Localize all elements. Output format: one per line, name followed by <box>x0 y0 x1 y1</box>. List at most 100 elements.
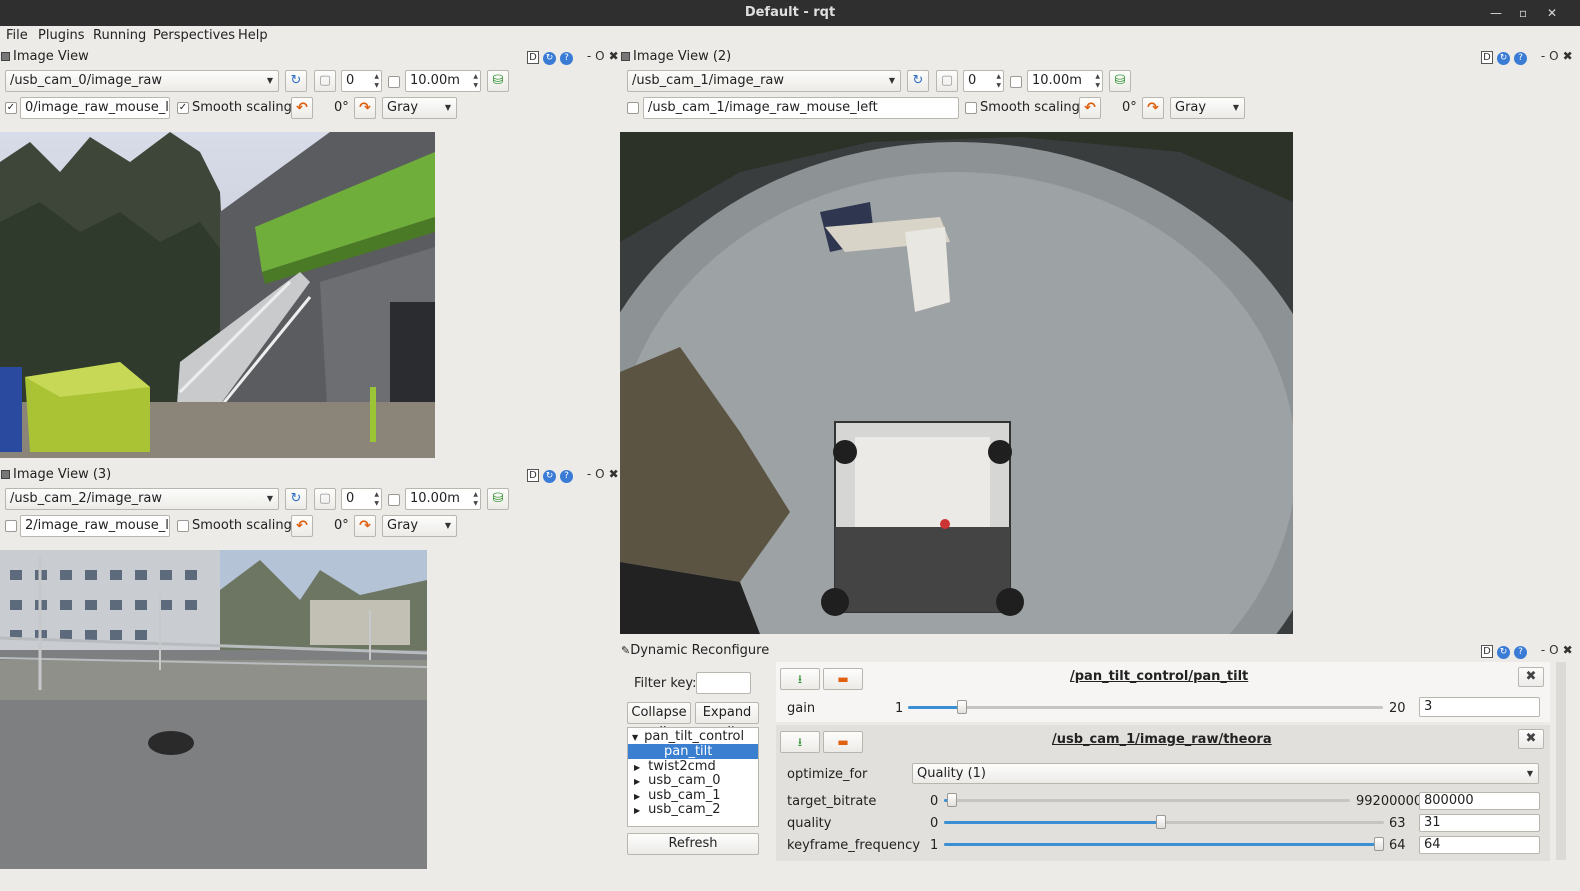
tree-item-twist2cmd[interactable]: ▶ twist2cmd <box>628 759 758 774</box>
refresh-topics-button[interactable]: ↻ <box>907 70 929 92</box>
save-image-button[interactable]: ⛁ <box>487 488 509 510</box>
rotate-left-button[interactable]: ↶ <box>291 97 313 119</box>
filter-key-input[interactable] <box>696 672 751 694</box>
float-dock-button[interactable]: O <box>595 49 604 63</box>
slider-handle[interactable] <box>1156 815 1166 829</box>
smooth-scaling-checkbox[interactable]: ✓ <box>177 102 189 114</box>
help-icon[interactable]: ? <box>1514 646 1527 659</box>
mouse-publish-checkbox[interactable] <box>627 102 639 114</box>
max-range-spinbox[interactable]: 10.00m ▲ ▼ <box>405 488 481 510</box>
tree-item-pan-tilt-control[interactable]: ▼ pan_tilt_control <box>628 729 758 744</box>
colormap-combo[interactable]: Gray ▼ <box>1170 97 1245 119</box>
dock-d-button[interactable]: D <box>1481 51 1493 64</box>
close-group-button[interactable]: ✖ <box>1518 667 1544 687</box>
mouse-publish-checkbox[interactable] <box>5 520 17 532</box>
dock-d-button[interactable]: D <box>527 51 539 64</box>
rotate-right-button[interactable]: ↷ <box>1142 97 1164 119</box>
tree-item-usb-cam-0[interactable]: ▶ usb_cam_0 <box>628 773 758 788</box>
gain-slider[interactable] <box>908 700 1383 716</box>
close-group-button[interactable]: ✖ <box>1518 729 1544 749</box>
reload-icon[interactable]: ↻ <box>543 470 556 483</box>
num-gridlines-spinbox[interactable]: 0 ▲ ▼ <box>963 70 1004 92</box>
mouse-topic-field[interactable]: 2/image_raw_mouse_left <box>20 515 170 537</box>
collapse-all-button[interactable]: Collapse all <box>627 702 691 740</box>
num-gridlines-spinbox[interactable]: 0 ▲ ▼ <box>341 488 382 510</box>
target-bitrate-slider[interactable] <box>944 793 1350 809</box>
target-bitrate-value-field[interactable]: 800000 <box>1419 792 1540 810</box>
topic-combo[interactable]: /usb_cam_1/image_raw ▼ <box>627 70 901 92</box>
rotate-left-button[interactable]: ↶ <box>291 515 313 537</box>
save-params-button[interactable]: ⭳ <box>780 731 820 753</box>
float-dock-button[interactable]: O <box>1549 49 1558 63</box>
save-image-button[interactable]: ⛁ <box>1109 70 1131 92</box>
refresh-button[interactable]: Refresh <box>627 833 759 855</box>
camera-image-usb-cam-0[interactable] <box>0 132 435 458</box>
keyframe-frequency-value-field[interactable]: 64 <box>1419 836 1540 854</box>
dynamic-range-checkbox[interactable] <box>1010 76 1022 88</box>
minimize-dock-button[interactable]: - <box>587 467 591 481</box>
dock-d-button[interactable]: D <box>527 469 539 482</box>
load-params-button[interactable]: ▬ <box>823 668 863 690</box>
mouse-topic-field[interactable]: 0/image_raw_mouse_left <box>20 97 170 119</box>
gain-value-field[interactable]: 3 <box>1419 697 1540 717</box>
load-params-button[interactable]: ▬ <box>823 731 863 753</box>
zoom-1-button[interactable]: ▢ <box>314 70 336 92</box>
dynamic-range-checkbox[interactable] <box>388 494 400 506</box>
reload-icon[interactable]: ↻ <box>1497 52 1510 65</box>
dock-d-button[interactable]: D <box>1481 645 1493 658</box>
dock-title-image-view-3[interactable]: Image View (3) <box>1 466 111 484</box>
tree-item-usb-cam-1[interactable]: ▶ usb_cam_1 <box>628 788 758 803</box>
reload-icon[interactable]: ↻ <box>1497 646 1510 659</box>
close-dock-button[interactable]: ✖ <box>609 49 619 63</box>
menu-plugins[interactable]: Plugins <box>38 28 85 43</box>
optimize-for-combo[interactable]: Quality (1) ▼ <box>912 763 1539 784</box>
help-icon[interactable]: ? <box>560 52 573 65</box>
dynamic-range-checkbox[interactable] <box>388 76 400 88</box>
dock-title-image-view-2[interactable]: Image View (2) <box>621 48 731 66</box>
menu-running[interactable]: Running <box>93 28 146 43</box>
camera-image-usb-cam-1[interactable] <box>620 132 1293 634</box>
help-icon[interactable]: ? <box>560 470 573 483</box>
slider-handle[interactable] <box>947 793 957 807</box>
max-range-spinbox[interactable]: 10.00m ▲ ▼ <box>1027 70 1103 92</box>
colormap-combo[interactable]: Gray ▼ <box>382 515 457 537</box>
quality-slider[interactable] <box>944 815 1384 831</box>
slider-handle[interactable] <box>1374 837 1384 851</box>
save-image-button[interactable]: ⛁ <box>487 70 509 92</box>
zoom-1-button[interactable]: ▢ <box>314 488 336 510</box>
float-dock-button[interactable]: O <box>595 467 604 481</box>
minimize-dock-button[interactable]: - <box>1541 643 1545 657</box>
close-dock-button[interactable]: ✖ <box>1563 643 1573 657</box>
tree-item-pan-tilt[interactable]: pan_tilt <box>628 744 758 759</box>
close-window-icon[interactable]: ✕ <box>1547 0 1557 26</box>
maximize-window-icon[interactable]: ▫ <box>1519 0 1527 26</box>
smooth-scaling-checkbox[interactable] <box>177 520 189 532</box>
menu-file[interactable]: File <box>6 28 28 43</box>
zoom-1-button[interactable]: ▢ <box>936 70 958 92</box>
smooth-scaling-checkbox[interactable] <box>965 102 977 114</box>
menu-perspectives[interactable]: Perspectives <box>153 28 235 43</box>
colormap-combo[interactable]: Gray ▼ <box>382 97 457 119</box>
refresh-topics-button[interactable]: ↻ <box>285 488 307 510</box>
mouse-topic-field[interactable]: /usb_cam_1/image_raw_mouse_left <box>643 97 959 119</box>
camera-image-usb-cam-2[interactable] <box>0 550 427 869</box>
expand-all-button[interactable]: Expand all <box>695 702 759 740</box>
max-range-spinbox[interactable]: 10.00m ▲ ▼ <box>405 70 481 92</box>
keyframe-frequency-slider[interactable] <box>944 837 1384 853</box>
help-icon[interactable]: ? <box>1514 52 1527 65</box>
dock-title-dynamic-reconfigure[interactable]: ✎Dynamic Reconfigure <box>621 642 769 660</box>
quality-value-field[interactable]: 31 <box>1419 814 1540 832</box>
rotate-left-button[interactable]: ↶ <box>1079 97 1101 119</box>
rotate-right-button[interactable]: ↷ <box>354 97 376 119</box>
dock-title-image-view[interactable]: Image View <box>1 48 89 66</box>
num-gridlines-spinbox[interactable]: 0 ▲ ▼ <box>341 70 382 92</box>
scrollbar[interactable] <box>1556 662 1566 860</box>
reload-icon[interactable]: ↻ <box>543 52 556 65</box>
topic-combo[interactable]: /usb_cam_0/image_raw ▼ <box>5 70 279 92</box>
close-dock-button[interactable]: ✖ <box>1563 49 1573 63</box>
minimize-window-icon[interactable]: — <box>1490 0 1502 26</box>
refresh-topics-button[interactable]: ↻ <box>285 70 307 92</box>
close-dock-button[interactable]: ✖ <box>609 467 619 481</box>
save-params-button[interactable]: ⭳ <box>780 668 820 690</box>
slider-handle[interactable] <box>957 700 967 714</box>
